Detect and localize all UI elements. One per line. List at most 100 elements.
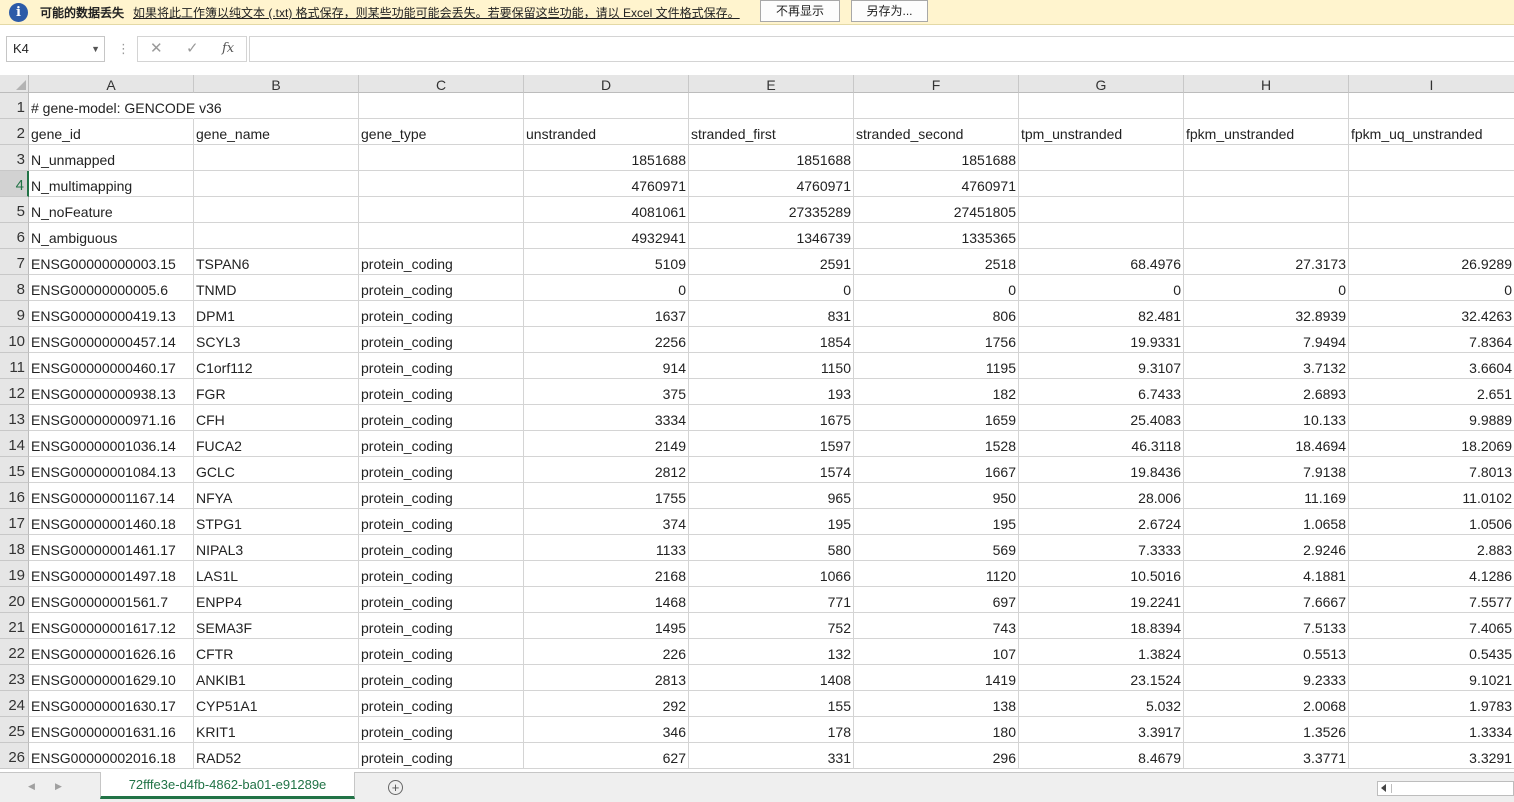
cell-f16[interactable]: 950: [854, 483, 1019, 509]
row-header-2[interactable]: 2: [0, 119, 29, 145]
cell-d15[interactable]: 2812: [524, 457, 689, 483]
cell-f20[interactable]: 697: [854, 587, 1019, 613]
cell-i11[interactable]: 3.6604: [1349, 353, 1514, 379]
cell-f21[interactable]: 743: [854, 613, 1019, 639]
cell-c26[interactable]: protein_coding: [359, 743, 524, 769]
cell-c5[interactable]: [359, 197, 524, 223]
cell-a19[interactable]: ENSG00000001497.18: [29, 561, 194, 587]
cell-d17[interactable]: 374: [524, 509, 689, 535]
add-sheet-icon[interactable]: +: [388, 780, 403, 795]
cell-b21[interactable]: SEMA3F: [194, 613, 359, 639]
row-header-18[interactable]: 18: [0, 535, 29, 561]
prev-sheet-icon[interactable]: ◀: [28, 781, 35, 792]
cell-i21[interactable]: 7.4065: [1349, 613, 1514, 639]
row-header-22[interactable]: 22: [0, 639, 29, 665]
cell-i10[interactable]: 7.8364: [1349, 327, 1514, 353]
cell-f15[interactable]: 1667: [854, 457, 1019, 483]
cell-i16[interactable]: 11.0102: [1349, 483, 1514, 509]
row-header-7[interactable]: 7: [0, 249, 29, 275]
cell-a23[interactable]: ENSG00000001629.10: [29, 665, 194, 691]
cell-b13[interactable]: CFH: [194, 405, 359, 431]
spreadsheet-grid[interactable]: A B C D E F G H I 1 # gene-model: GENCODE v36 2 gene…: [0, 75, 1514, 772]
cell-e20[interactable]: 771: [689, 587, 854, 613]
cell-a16[interactable]: ENSG00000001167.14: [29, 483, 194, 509]
cell-e21[interactable]: 752: [689, 613, 854, 639]
cell-b11[interactable]: C1orf112: [194, 353, 359, 379]
cell-a11[interactable]: ENSG00000000460.17: [29, 353, 194, 379]
cell-e14[interactable]: 1597: [689, 431, 854, 457]
cell-e1[interactable]: [689, 93, 854, 119]
cell-d24[interactable]: 292: [524, 691, 689, 717]
cell-h1[interactable]: [1184, 93, 1349, 119]
cell-h16[interactable]: 11.169: [1184, 483, 1349, 509]
row-header-19[interactable]: 19: [0, 561, 29, 587]
cell-h4[interactable]: [1184, 171, 1349, 197]
cell-c15[interactable]: protein_coding: [359, 457, 524, 483]
insert-function-icon[interactable]: fx: [222, 39, 234, 59]
cell-e5[interactable]: 27335289: [689, 197, 854, 223]
row-header-3[interactable]: 3: [0, 145, 29, 171]
cell-e16[interactable]: 965: [689, 483, 854, 509]
cell-c6[interactable]: [359, 223, 524, 249]
cell-f2[interactable]: stranded_second: [854, 119, 1019, 145]
sheet-tab-active[interactable]: 72fffe3e-d4fb-4862-ba01-e91289e: [100, 772, 355, 799]
row-header-20[interactable]: 20: [0, 587, 29, 613]
cell-f23[interactable]: 1419: [854, 665, 1019, 691]
row-header-16[interactable]: 16: [0, 483, 29, 509]
cell-h21[interactable]: 7.5133: [1184, 613, 1349, 639]
row-header-25[interactable]: 25: [0, 717, 29, 743]
cell-d5[interactable]: 4081061: [524, 197, 689, 223]
column-header-f[interactable]: F: [854, 75, 1019, 93]
cell-i6[interactable]: [1349, 223, 1514, 249]
cell-b25[interactable]: KRIT1: [194, 717, 359, 743]
cell-d26[interactable]: 627: [524, 743, 689, 769]
cell-d9[interactable]: 1637: [524, 301, 689, 327]
cell-c4[interactable]: [359, 171, 524, 197]
cell-e6[interactable]: 1346739: [689, 223, 854, 249]
cell-e9[interactable]: 831: [689, 301, 854, 327]
cell-h24[interactable]: 2.0068: [1184, 691, 1349, 717]
cell-b7[interactable]: TSPAN6: [194, 249, 359, 275]
cell-c25[interactable]: protein_coding: [359, 717, 524, 743]
cell-a7[interactable]: ENSG00000000003.15: [29, 249, 194, 275]
cell-i2[interactable]: fpkm_uq_unstranded: [1349, 119, 1514, 145]
cell-i1[interactable]: [1349, 93, 1514, 119]
row-header-4[interactable]: 4: [0, 171, 29, 197]
cell-h19[interactable]: 4.1881: [1184, 561, 1349, 587]
cell-a13[interactable]: ENSG00000000971.16: [29, 405, 194, 431]
formula-input[interactable]: [249, 36, 1514, 62]
row-header-17[interactable]: 17: [0, 509, 29, 535]
cell-h10[interactable]: 7.9494: [1184, 327, 1349, 353]
row-header-11[interactable]: 11: [0, 353, 29, 379]
cell-i5[interactable]: [1349, 197, 1514, 223]
cell-a9[interactable]: ENSG00000000419.13: [29, 301, 194, 327]
cell-a15[interactable]: ENSG00000001084.13: [29, 457, 194, 483]
row-header-13[interactable]: 13: [0, 405, 29, 431]
row-header-5[interactable]: 5: [0, 197, 29, 223]
cell-d22[interactable]: 226: [524, 639, 689, 665]
cell-b16[interactable]: NFYA: [194, 483, 359, 509]
cell-b1[interactable]: [194, 93, 359, 119]
cell-g1[interactable]: [1019, 93, 1184, 119]
cell-h12[interactable]: 2.6893: [1184, 379, 1349, 405]
row-header-10[interactable]: 10: [0, 327, 29, 353]
cell-d13[interactable]: 3334: [524, 405, 689, 431]
cell-e12[interactable]: 193: [689, 379, 854, 405]
cell-e7[interactable]: 2591: [689, 249, 854, 275]
cell-b26[interactable]: RAD52: [194, 743, 359, 769]
row-header-12[interactable]: 12: [0, 379, 29, 405]
cell-c22[interactable]: protein_coding: [359, 639, 524, 665]
cell-b12[interactable]: FGR: [194, 379, 359, 405]
cell-i9[interactable]: 32.4263: [1349, 301, 1514, 327]
cell-g4[interactable]: [1019, 171, 1184, 197]
cell-i12[interactable]: 2.651: [1349, 379, 1514, 405]
cell-i14[interactable]: 18.2069: [1349, 431, 1514, 457]
cell-a6[interactable]: N_ambiguous: [29, 223, 194, 249]
cell-g9[interactable]: 82.481: [1019, 301, 1184, 327]
cell-e26[interactable]: 331: [689, 743, 854, 769]
cell-d20[interactable]: 1468: [524, 587, 689, 613]
cell-d19[interactable]: 2168: [524, 561, 689, 587]
cell-d7[interactable]: 5109: [524, 249, 689, 275]
name-box[interactable]: K4 ▼: [6, 36, 105, 62]
cell-e15[interactable]: 1574: [689, 457, 854, 483]
